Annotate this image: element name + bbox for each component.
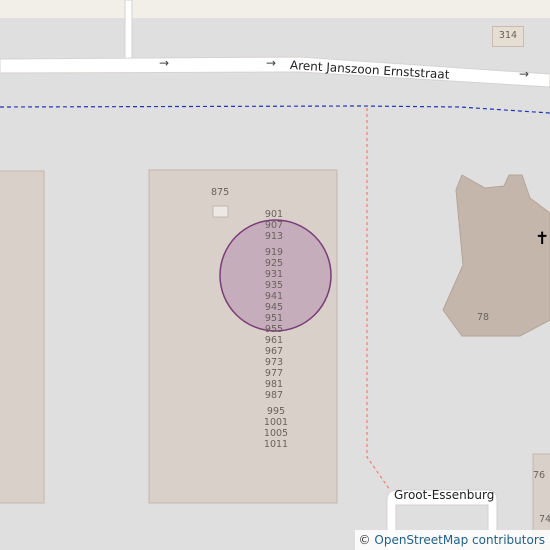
service-road[interactable] xyxy=(124,0,133,61)
house-number-78: 78 xyxy=(477,312,490,323)
house-number: 1011 xyxy=(263,439,289,450)
house-number-314: 314 xyxy=(492,26,524,47)
house-number-875: 875 xyxy=(211,187,230,198)
house-number: 1001 xyxy=(263,417,289,428)
top-area-left xyxy=(0,0,125,18)
house-number: 919 xyxy=(264,247,284,258)
house-number: 961 xyxy=(264,335,284,346)
oneway-arrow-icon: → xyxy=(266,56,277,70)
house-number: 901 xyxy=(264,209,284,220)
building-small[interactable] xyxy=(212,205,229,218)
street-label-side: Groot-Essenburg xyxy=(394,488,495,502)
house-number: 931 xyxy=(264,269,284,280)
house-number: 981 xyxy=(264,379,284,390)
house-number: 907 xyxy=(264,220,284,231)
house-number: 987 xyxy=(264,390,284,401)
house-number-76: 76 xyxy=(533,470,546,481)
house-numbers-group-1: 901 907 913 xyxy=(258,209,290,242)
house-number: 977 xyxy=(264,368,284,379)
house-number: 941 xyxy=(264,291,284,302)
house-number: 973 xyxy=(264,357,284,368)
house-numbers-group-3: 995 1001 1005 1011 xyxy=(258,406,294,450)
boundary-line xyxy=(0,105,550,114)
house-number: 955 xyxy=(264,324,284,335)
oneway-arrow-icon: → xyxy=(159,56,170,70)
house-number: 1005 xyxy=(263,428,289,439)
building-center[interactable] xyxy=(148,169,338,504)
house-numbers-group-2: 919 925 931 935 941 945 951 955 961 967 … xyxy=(258,247,290,401)
house-number: 925 xyxy=(264,258,284,269)
copyright-symbol: © xyxy=(358,533,371,547)
church-building[interactable] xyxy=(442,174,550,337)
house-number: 935 xyxy=(264,280,284,291)
oneway-arrow-icon: → xyxy=(519,67,530,81)
building-left[interactable] xyxy=(0,170,45,504)
attribution-link[interactable]: OpenStreetMap contributors xyxy=(374,533,545,547)
top-area-right xyxy=(132,0,550,18)
map-view[interactable]: → → → Arent Janszoon Ernststraat 314 875… xyxy=(0,0,550,550)
place-of-worship-icon: ✝ xyxy=(535,229,550,249)
house-number: 913 xyxy=(264,231,284,242)
house-number: 995 xyxy=(266,406,286,417)
house-number: 951 xyxy=(264,313,284,324)
footpath[interactable] xyxy=(366,108,391,491)
house-number: 945 xyxy=(264,302,284,313)
map-attribution: © OpenStreetMap contributors xyxy=(354,530,550,550)
house-number: 967 xyxy=(264,346,284,357)
house-number-74: 74 xyxy=(539,514,550,525)
